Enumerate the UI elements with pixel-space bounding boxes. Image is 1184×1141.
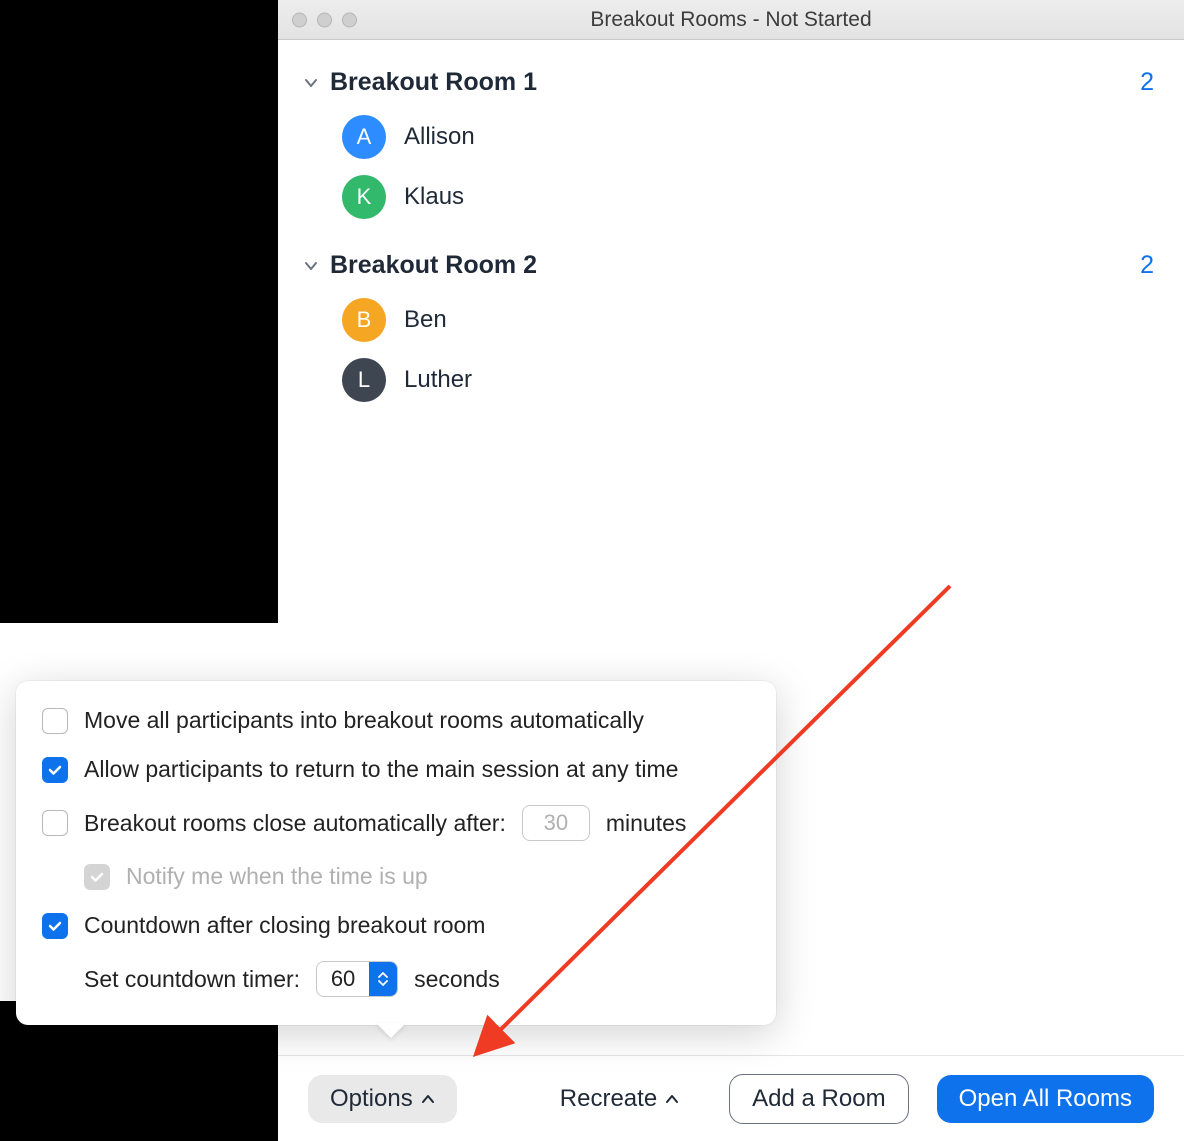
options-button[interactable]: Options: [308, 1075, 457, 1123]
close-after-minutes-input[interactable]: [522, 805, 590, 841]
checkbox[interactable]: [42, 810, 68, 836]
room-name: Breakout Room 1: [330, 68, 1140, 97]
countdown-seconds-select[interactable]: 60: [316, 961, 398, 997]
option-label: Notify me when the time is up: [126, 863, 428, 890]
stepper-arrows-icon[interactable]: [369, 962, 397, 996]
option-close-after[interactable]: Breakout rooms close automatically after…: [42, 805, 750, 841]
participant-name: Luther: [404, 366, 472, 394]
option-allow-return[interactable]: Allow participants to return to the main…: [42, 756, 750, 783]
countdown-seconds-value: 60: [317, 962, 369, 996]
add-room-button-label: Add a Room: [752, 1085, 885, 1113]
chevron-up-icon: [421, 1094, 435, 1104]
participant-row[interactable]: L Luther: [302, 350, 1154, 410]
avatar: K: [342, 175, 386, 219]
avatar: L: [342, 358, 386, 402]
chevron-down-icon: [302, 257, 320, 275]
recreate-button-label: Recreate: [560, 1085, 657, 1113]
participant-row[interactable]: B Ben: [302, 290, 1154, 350]
window-minimize-dot[interactable]: [317, 12, 332, 27]
footer-bar: Options Recreate Add a Room Open All Roo…: [278, 1055, 1184, 1141]
checkbox-checked[interactable]: [42, 757, 68, 783]
open-all-rooms-button[interactable]: Open All Rooms: [937, 1075, 1154, 1123]
room-header[interactable]: Breakout Room 2 2: [302, 251, 1154, 280]
participant-name: Ben: [404, 306, 447, 334]
chevron-down-icon: [302, 74, 320, 92]
participant-row[interactable]: A Allison: [302, 107, 1154, 167]
room-participant-count: 2: [1140, 251, 1154, 280]
options-button-label: Options: [330, 1085, 413, 1113]
room-block: Breakout Room 1 2 A Allison K Klaus: [302, 68, 1154, 227]
participant-name: Allison: [404, 123, 475, 151]
room-block: Breakout Room 2 2 B Ben L Luther: [302, 251, 1154, 410]
checkbox-checked[interactable]: [42, 913, 68, 939]
option-countdown[interactable]: Countdown after closing breakout room: [42, 912, 750, 939]
options-popup: Move all participants into breakout room…: [16, 681, 776, 1025]
option-move-automatically[interactable]: Move all participants into breakout room…: [42, 707, 750, 734]
option-label: Move all participants into breakout room…: [84, 707, 644, 734]
checkbox-checked-disabled: [84, 864, 110, 890]
option-label: Countdown after closing breakout room: [84, 912, 485, 939]
room-header[interactable]: Breakout Room 1 2: [302, 68, 1154, 97]
participant-row[interactable]: K Klaus: [302, 167, 1154, 227]
room-participant-count: 2: [1140, 68, 1154, 97]
chevron-up-icon: [665, 1094, 679, 1104]
open-all-rooms-button-label: Open All Rooms: [959, 1085, 1132, 1113]
option-notify-time-up: Notify me when the time is up: [42, 863, 750, 890]
window-title: Breakout Rooms - Not Started: [278, 8, 1184, 32]
checkbox[interactable]: [42, 708, 68, 734]
option-suffix: seconds: [414, 966, 500, 993]
room-name: Breakout Room 2: [330, 251, 1140, 280]
window-traffic-lights[interactable]: [292, 12, 357, 27]
add-room-button[interactable]: Add a Room: [729, 1074, 908, 1124]
option-label: Set countdown timer:: [84, 966, 300, 993]
window-close-dot[interactable]: [292, 12, 307, 27]
avatar: B: [342, 298, 386, 342]
avatar: A: [342, 115, 386, 159]
option-label: Allow participants to return to the main…: [84, 756, 678, 783]
background-dark-region: [0, 0, 278, 623]
window-titlebar: Breakout Rooms - Not Started: [278, 0, 1184, 40]
option-set-countdown-timer[interactable]: Set countdown timer: 60 seconds: [42, 961, 750, 997]
recreate-button[interactable]: Recreate: [538, 1075, 701, 1123]
option-suffix: minutes: [606, 810, 687, 837]
option-label: Breakout rooms close automatically after…: [84, 810, 506, 837]
window-zoom-dot[interactable]: [342, 12, 357, 27]
participant-name: Klaus: [404, 183, 464, 211]
